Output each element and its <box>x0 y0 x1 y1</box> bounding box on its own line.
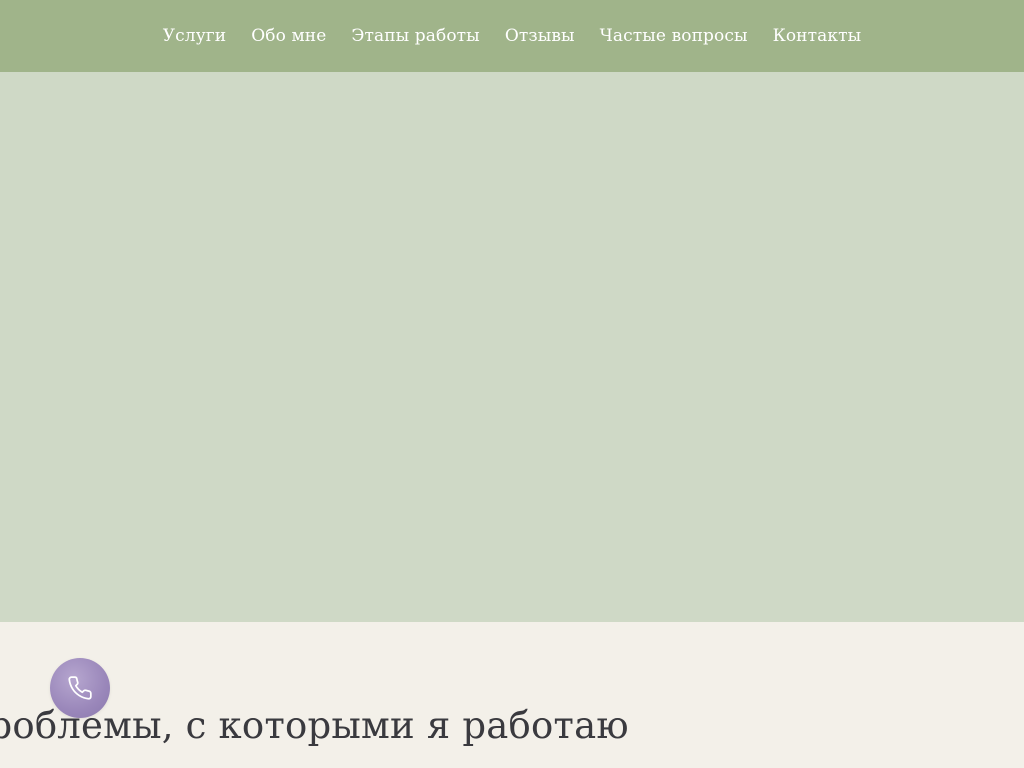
nav-item-reviews[interactable]: Отзывы <box>505 26 575 46</box>
problems-section: Проблемы, с которыми я работаю <box>0 622 1024 768</box>
nav-item-faq[interactable]: Частые вопросы <box>600 26 748 46</box>
call-button[interactable] <box>50 658 110 718</box>
nav-item-work-stages[interactable]: Этапы работы <box>351 26 479 46</box>
phone-icon <box>68 676 92 700</box>
nav-menu: Услуги Обо мне Этапы работы Отзывы Часты… <box>163 26 861 46</box>
nav-item-about[interactable]: Обо мне <box>251 26 326 46</box>
nav-item-services[interactable]: Услуги <box>163 26 226 46</box>
hero-banner <box>0 72 1024 622</box>
top-navigation: Услуги Обо мне Этапы работы Отзывы Часты… <box>0 0 1024 72</box>
nav-item-contacts[interactable]: Контакты <box>773 26 862 46</box>
